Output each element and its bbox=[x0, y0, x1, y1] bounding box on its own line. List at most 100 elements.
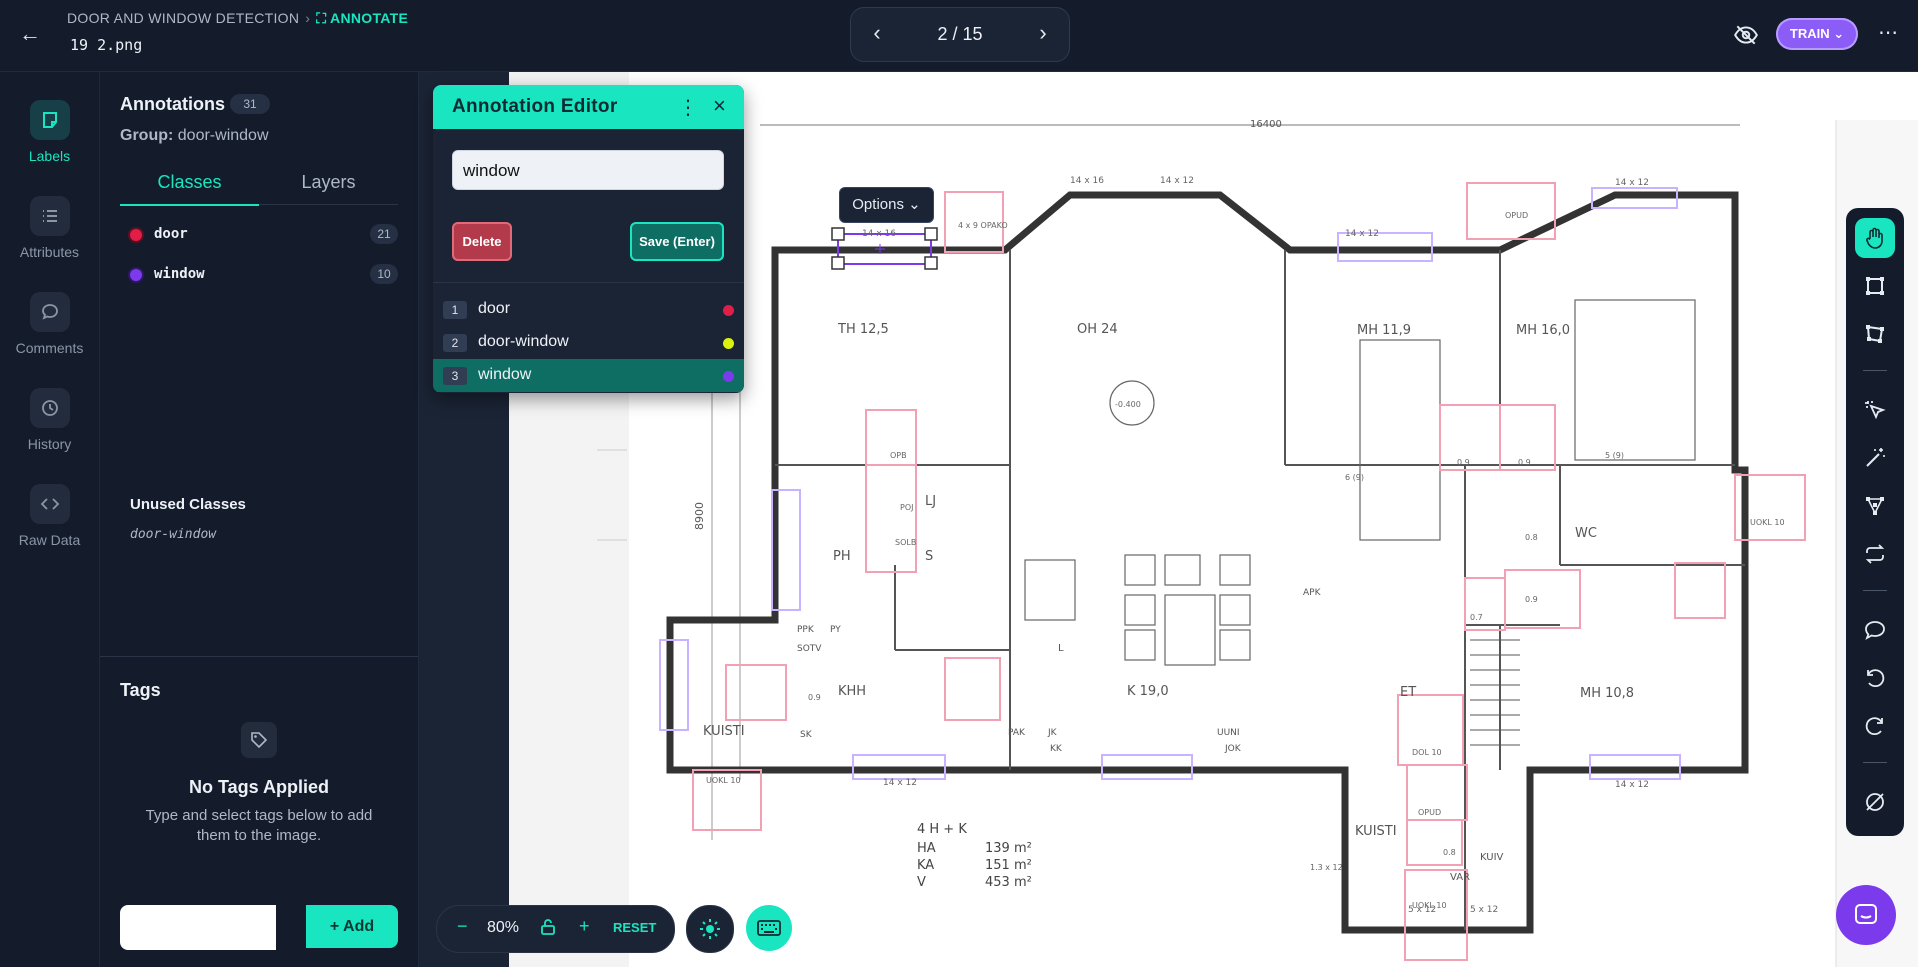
next-image-button[interactable]: › bbox=[1031, 22, 1055, 46]
rail-labels[interactable]: Labels bbox=[0, 100, 99, 164]
plus-icon: + bbox=[329, 918, 340, 935]
room-label: S bbox=[925, 549, 933, 564]
list-icon bbox=[29, 196, 70, 236]
label-input[interactable]: window bbox=[452, 150, 724, 190]
history-icon bbox=[29, 388, 70, 428]
option-label: door-window bbox=[478, 333, 569, 350]
room-label: LJ bbox=[925, 494, 936, 509]
brightness-button[interactable] bbox=[686, 905, 734, 953]
window-size-label: 14 x 12 bbox=[1345, 229, 1379, 239]
class-item-door[interactable]: door 21 bbox=[130, 224, 398, 248]
options-button[interactable]: Options ⌄ bbox=[839, 187, 934, 223]
tags-title: Tags bbox=[120, 680, 161, 700]
more-menu-icon[interactable]: ⋯ bbox=[1878, 20, 1898, 45]
room-label: KUISTI bbox=[1355, 824, 1397, 839]
room-label: KUIV bbox=[1480, 852, 1504, 863]
top-bar: ← DOOR AND WINDOW DETECTION › ⛶ ANNOTATE 1… bbox=[0, 0, 1918, 72]
polygon-icon[interactable] bbox=[1855, 314, 1895, 354]
panel-tabs: Classes Layers bbox=[120, 160, 398, 206]
bounding-box-icon[interactable] bbox=[1855, 266, 1895, 306]
class-option-window[interactable]: 3 window bbox=[433, 359, 744, 392]
room-label: K 19,0 bbox=[1127, 684, 1169, 699]
project-name[interactable]: DOOR AND WINDOW DETECTION bbox=[67, 10, 299, 26]
annotate-mode-icon: ⛶ bbox=[316, 10, 331, 26]
door-mark: 1.3 x 12 bbox=[1310, 863, 1343, 872]
pan-hand-icon[interactable] bbox=[1855, 218, 1895, 258]
breadcrumb: DOOR AND WINDOW DETECTION › ⛶ ANNOTATE bbox=[67, 10, 408, 27]
support-chat-button[interactable] bbox=[1836, 885, 1896, 945]
divider bbox=[1863, 590, 1887, 591]
zoom-level: 80% bbox=[487, 919, 520, 936]
door-mark: UOKL 10 bbox=[706, 776, 741, 785]
window-size-label: 14 x 12 bbox=[1615, 780, 1649, 790]
group-value: door-window bbox=[177, 127, 269, 144]
null-slash-icon[interactable] bbox=[1855, 782, 1895, 822]
door-mark: -0.400 bbox=[1115, 400, 1141, 409]
smart-select-icon[interactable] bbox=[1855, 390, 1895, 430]
area-label: 4 H + K bbox=[917, 822, 967, 837]
class-option-door-window[interactable]: 2 door-window bbox=[433, 326, 744, 359]
save-button[interactable]: Save (Enter) bbox=[630, 222, 724, 261]
editor-title: Annotation Editor bbox=[452, 96, 618, 117]
redo-icon[interactable] bbox=[1855, 706, 1895, 746]
zoom-out-icon[interactable]: − bbox=[457, 916, 468, 937]
rail-labels-label: Labels bbox=[28, 148, 71, 164]
room-label: OH 24 bbox=[1077, 322, 1118, 337]
editor-header: Annotation Editor ⋮ × bbox=[433, 85, 744, 129]
keyboard-icon bbox=[757, 920, 781, 936]
more-vertical-icon[interactable]: ⋮ bbox=[678, 95, 698, 120]
room-label: SOTV bbox=[797, 644, 822, 654]
unused-class-item[interactable]: door-window bbox=[130, 527, 216, 542]
door-mark: 5 (9) bbox=[1605, 451, 1624, 460]
rail-history-label: History bbox=[27, 436, 72, 452]
zoom-in-icon[interactable]: + bbox=[579, 916, 590, 937]
room-label: L bbox=[1058, 643, 1064, 654]
magic-wand-icon[interactable] bbox=[1855, 438, 1895, 478]
door-mark: UOKL 10 bbox=[1412, 901, 1447, 910]
area-value: 453 m² bbox=[985, 875, 1032, 890]
comment-icon bbox=[29, 292, 70, 332]
room-label: KUISTI bbox=[703, 724, 745, 739]
repeat-icon[interactable] bbox=[1855, 534, 1895, 574]
train-button[interactable]: TRAIN ⌄ bbox=[1776, 18, 1858, 50]
class-color-dot bbox=[130, 269, 142, 281]
add-tag-button[interactable]: + Add bbox=[306, 905, 398, 948]
door-mark: 0.9 bbox=[808, 693, 821, 702]
comment-icon[interactable] bbox=[1855, 610, 1895, 650]
group-info: Group: door-window bbox=[120, 127, 269, 145]
area-label: V bbox=[917, 875, 926, 890]
door-mark: 0.8 bbox=[1525, 533, 1538, 542]
rail-raw-data[interactable]: Raw Data bbox=[0, 484, 99, 548]
tab-layers[interactable]: Layers bbox=[259, 160, 398, 204]
room-label: MH 11,9 bbox=[1357, 323, 1411, 338]
keyboard-shortcuts-button[interactable] bbox=[746, 905, 792, 951]
eye-off-icon[interactable] bbox=[1733, 22, 1759, 48]
area-value: 139 m² bbox=[985, 841, 1032, 856]
option-label: window bbox=[478, 366, 532, 383]
sun-icon bbox=[700, 919, 720, 939]
tag-input[interactable] bbox=[120, 905, 276, 950]
door-mark: 6 (9) bbox=[1345, 473, 1364, 482]
window-size-label: 14 x 16 bbox=[1070, 176, 1104, 186]
room-label: JK bbox=[1047, 728, 1058, 738]
rail-comments[interactable]: Comments bbox=[0, 292, 99, 356]
chevron-right-icon: › bbox=[305, 10, 311, 26]
area-value: 151 m² bbox=[985, 858, 1032, 873]
delete-button[interactable]: Delete bbox=[452, 222, 512, 261]
room-label: JOK bbox=[1224, 744, 1242, 754]
annotation-editor: Annotation Editor ⋮ × window Delete Save… bbox=[433, 85, 744, 393]
tab-classes[interactable]: Classes bbox=[120, 160, 259, 206]
back-arrow-icon[interactable]: ← bbox=[18, 22, 42, 46]
keypoints-icon[interactable] bbox=[1855, 486, 1895, 526]
option-number: 3 bbox=[443, 367, 467, 385]
undo-icon[interactable] bbox=[1855, 658, 1895, 698]
class-item-window[interactable]: window 10 bbox=[130, 264, 398, 288]
lock-icon[interactable] bbox=[539, 918, 557, 941]
tag-icon bbox=[241, 722, 277, 758]
class-count-badge: 10 bbox=[370, 264, 398, 284]
class-option-door[interactable]: 1 door bbox=[433, 293, 744, 326]
rail-history[interactable]: History bbox=[0, 388, 99, 452]
reset-zoom-button[interactable]: RESET bbox=[613, 920, 656, 935]
rail-attributes[interactable]: Attributes bbox=[0, 196, 99, 260]
close-icon[interactable]: × bbox=[713, 93, 726, 119]
